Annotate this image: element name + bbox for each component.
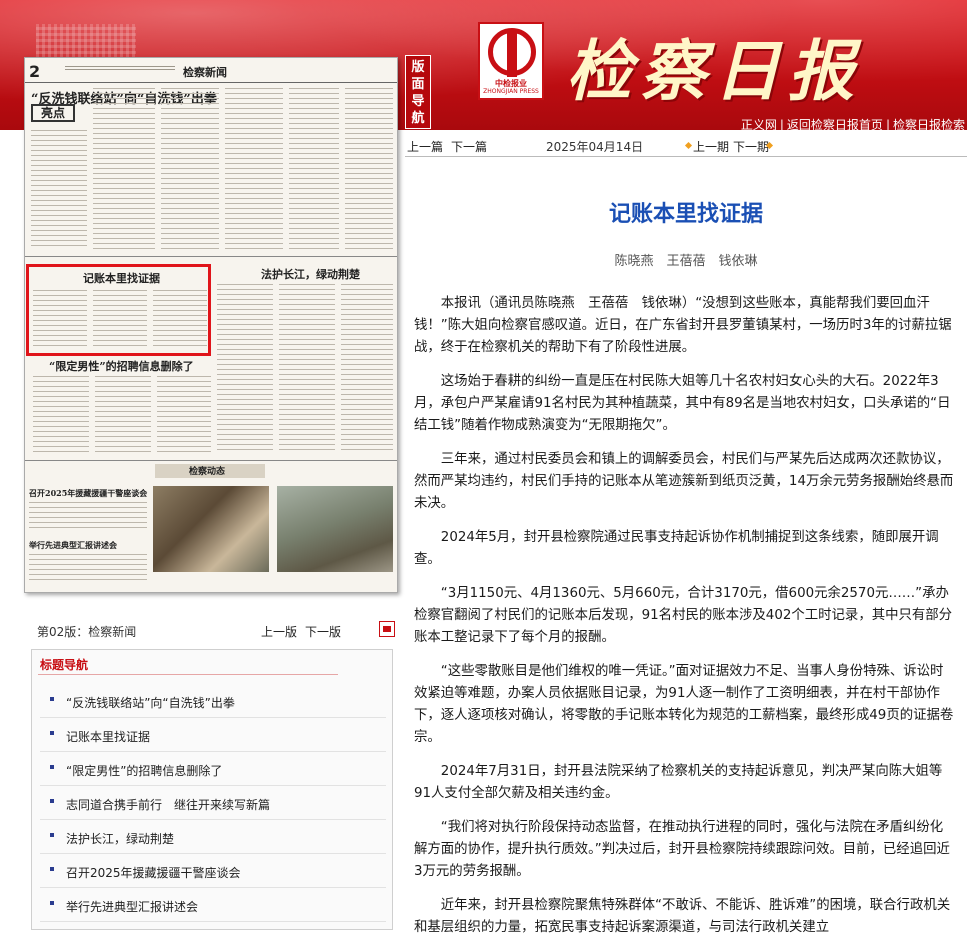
thumb-section: 检察新闻 [183, 66, 227, 79]
title-nav-link[interactable]: “限定男性”的招聘信息删除了 [66, 762, 222, 779]
bullet-icon [50, 901, 54, 905]
selected-article-highlight [26, 264, 211, 356]
link-zhengyi[interactable]: 正义网 [741, 118, 777, 130]
top-links: 正义网 | 返回检察日报首页 | 检察日报检索 [740, 118, 965, 130]
title-nav-link[interactable]: “反洗钱联络站”向“自洗钱”出拳 [66, 694, 235, 711]
bullet-icon [50, 833, 54, 837]
title-nav-link[interactable]: 记账本里找证据 [66, 728, 150, 745]
article-body: 本报讯（通讯员陈晓燕 王蓓蓓 钱依琳）“没想到这些账本，真能帮我们要回血汗钱！”… [414, 293, 954, 951]
title-nav-item: “限定男性”的招聘信息删除了 [40, 752, 386, 786]
article-paragraph: “我们将对执行阶段保持动态监督，在推动执行进程的同时，强化与法院在矛盾纠纷化解方… [414, 820, 950, 879]
thumb-head-8[interactable]: 举行先进典型汇报讲述会 [29, 540, 117, 551]
bullet-icon [50, 731, 54, 735]
bullet-icon [50, 867, 54, 871]
zhongjian-press-logo: 中检报业 ZHONGJIAN PRESS [478, 22, 544, 100]
title-nav-link[interactable]: 举行先进典型汇报讲述会 [66, 898, 198, 915]
thumb-head-2: 亮点 [31, 104, 75, 122]
pdf-icon[interactable] [379, 621, 395, 637]
prev-issue-link[interactable]: 上一期 [693, 138, 729, 155]
article-byline: 陈晓燕 王蓓蓓 钱依琳 [614, 254, 758, 269]
article-title: 记账本里找证据 [608, 202, 763, 227]
diamond-icon [684, 141, 693, 150]
title-nav-link[interactable]: 法护长江，绿动荆楚 [66, 830, 174, 847]
next-issue-link[interactable]: 下一期 [733, 138, 769, 155]
page-name: 第02版：检察新闻 [37, 625, 137, 639]
prev-article-link[interactable]: 上一篇 [407, 138, 443, 155]
thumb-head-5[interactable]: “限定男性”的招聘信息删除了 [49, 358, 194, 374]
title-nav-item: 志同道合携手前行 继往开来续写新篇 [40, 786, 386, 820]
title-nav-item: 记账本里找证据 [40, 718, 386, 752]
article-paragraph: 近年来，封开县检察院聚焦特殊群体“不敢诉、不能诉、胜诉难”的困境，联合行政机关和… [414, 898, 951, 935]
header-pixel-pattern [36, 24, 136, 60]
article-paragraph: 三年来，通过村民委员会和镇上的调解委员会，村民们与严某先后达成两次还款协议，然而… [414, 452, 954, 511]
title-nav-item: 召开2025年援藏援疆干警座谈会 [40, 854, 386, 888]
article-paragraph: 2024年5月，封开县检察院通过民事支持起诉协作机制捕捉到这条线索，随即展开调查… [414, 530, 939, 567]
next-page-link[interactable]: 下一版 [305, 623, 341, 640]
thumb-head-4[interactable]: 法护长江，绿动荆楚 [261, 266, 360, 282]
title-nav-link[interactable]: 志同道合携手前行 继往开来续写新篇 [66, 796, 270, 813]
article-paragraph: 这场始于春耕的纠纷一直是压在村民陈大姐等几十名农村妇女心头的大石。2022年3月… [414, 374, 951, 433]
page-nav-label[interactable]: 版面导航 [405, 55, 431, 129]
logo-subtext: ZHONGJIAN PRESS [483, 88, 539, 95]
thumb-photo-2 [277, 486, 393, 572]
title-nav-link[interactable]: 召开2025年援藏援疆干警座谈会 [66, 864, 241, 881]
link-search[interactable]: 检察日报检索 [893, 118, 965, 130]
bullet-icon [50, 799, 54, 803]
article-paragraph: 2024年7月31日，封开县法院采纳了检察机关的支持起诉意见，判决严某向陈大姐等… [414, 764, 943, 801]
page-bar: 第02版：检察新闻 上一版 下一版 [37, 621, 395, 639]
title-nav-box: 标题导航 “反洗钱联络站”向“自洗钱”出拳 记账本里找证据 “限定男性”的招聘信… [31, 649, 393, 930]
thumb-page-number: 2 [29, 62, 41, 81]
title-nav-list: “反洗钱联络站”向“自洗钱”出拳 记账本里找证据 “限定男性”的招聘信息删除了 … [32, 684, 394, 922]
bullet-icon [50, 697, 54, 701]
issue-date: 2025年04月14日 [546, 140, 644, 154]
page-thumbnail[interactable]: 2 检察新闻 “反洗钱联络站”向“自洗钱”出拳 亮点 记账本里找证据 法护长江，… [24, 57, 398, 593]
masthead-title: 检察日报 [566, 32, 862, 110]
thumb-photo-1 [153, 486, 269, 572]
prev-page-link[interactable]: 上一版 [261, 623, 297, 640]
bullet-icon [50, 765, 54, 769]
title-nav-heading: 标题导航 [40, 658, 89, 672]
title-nav-item: 法护长江，绿动荆楚 [40, 820, 386, 854]
next-article-link[interactable]: 下一篇 [451, 138, 487, 155]
title-nav-item: “反洗钱联络站”向“自洗钱”出拳 [40, 684, 386, 718]
thumb-head-6: 检察动态 [189, 467, 226, 477]
logo-mark-icon [488, 28, 536, 77]
article-paragraph: 本报讯（通讯员陈晓燕 王蓓蓓 钱依琳）“没想到这些账本，真能帮我们要回血汗钱！”… [414, 296, 952, 355]
title-nav-item: 举行先进典型汇报讲述会 [40, 888, 386, 922]
article-paragraph: “这些零散账目是他们维权的唯一凭证。”面对证据效力不足、当事人身份特殊、诉讼时效… [414, 664, 954, 745]
article-paragraph: “3月1150元、4月1360元、5月660元，合计3170元，借600元余25… [414, 586, 953, 645]
article-nav-bar: 上一篇 下一篇 2025年04月14日 上一期 下一期 [405, 135, 967, 157]
thumb-head-7[interactable]: 召开2025年援藏援疆干警座谈会 [29, 488, 147, 499]
link-home[interactable]: 返回检察日报首页 [787, 118, 883, 130]
